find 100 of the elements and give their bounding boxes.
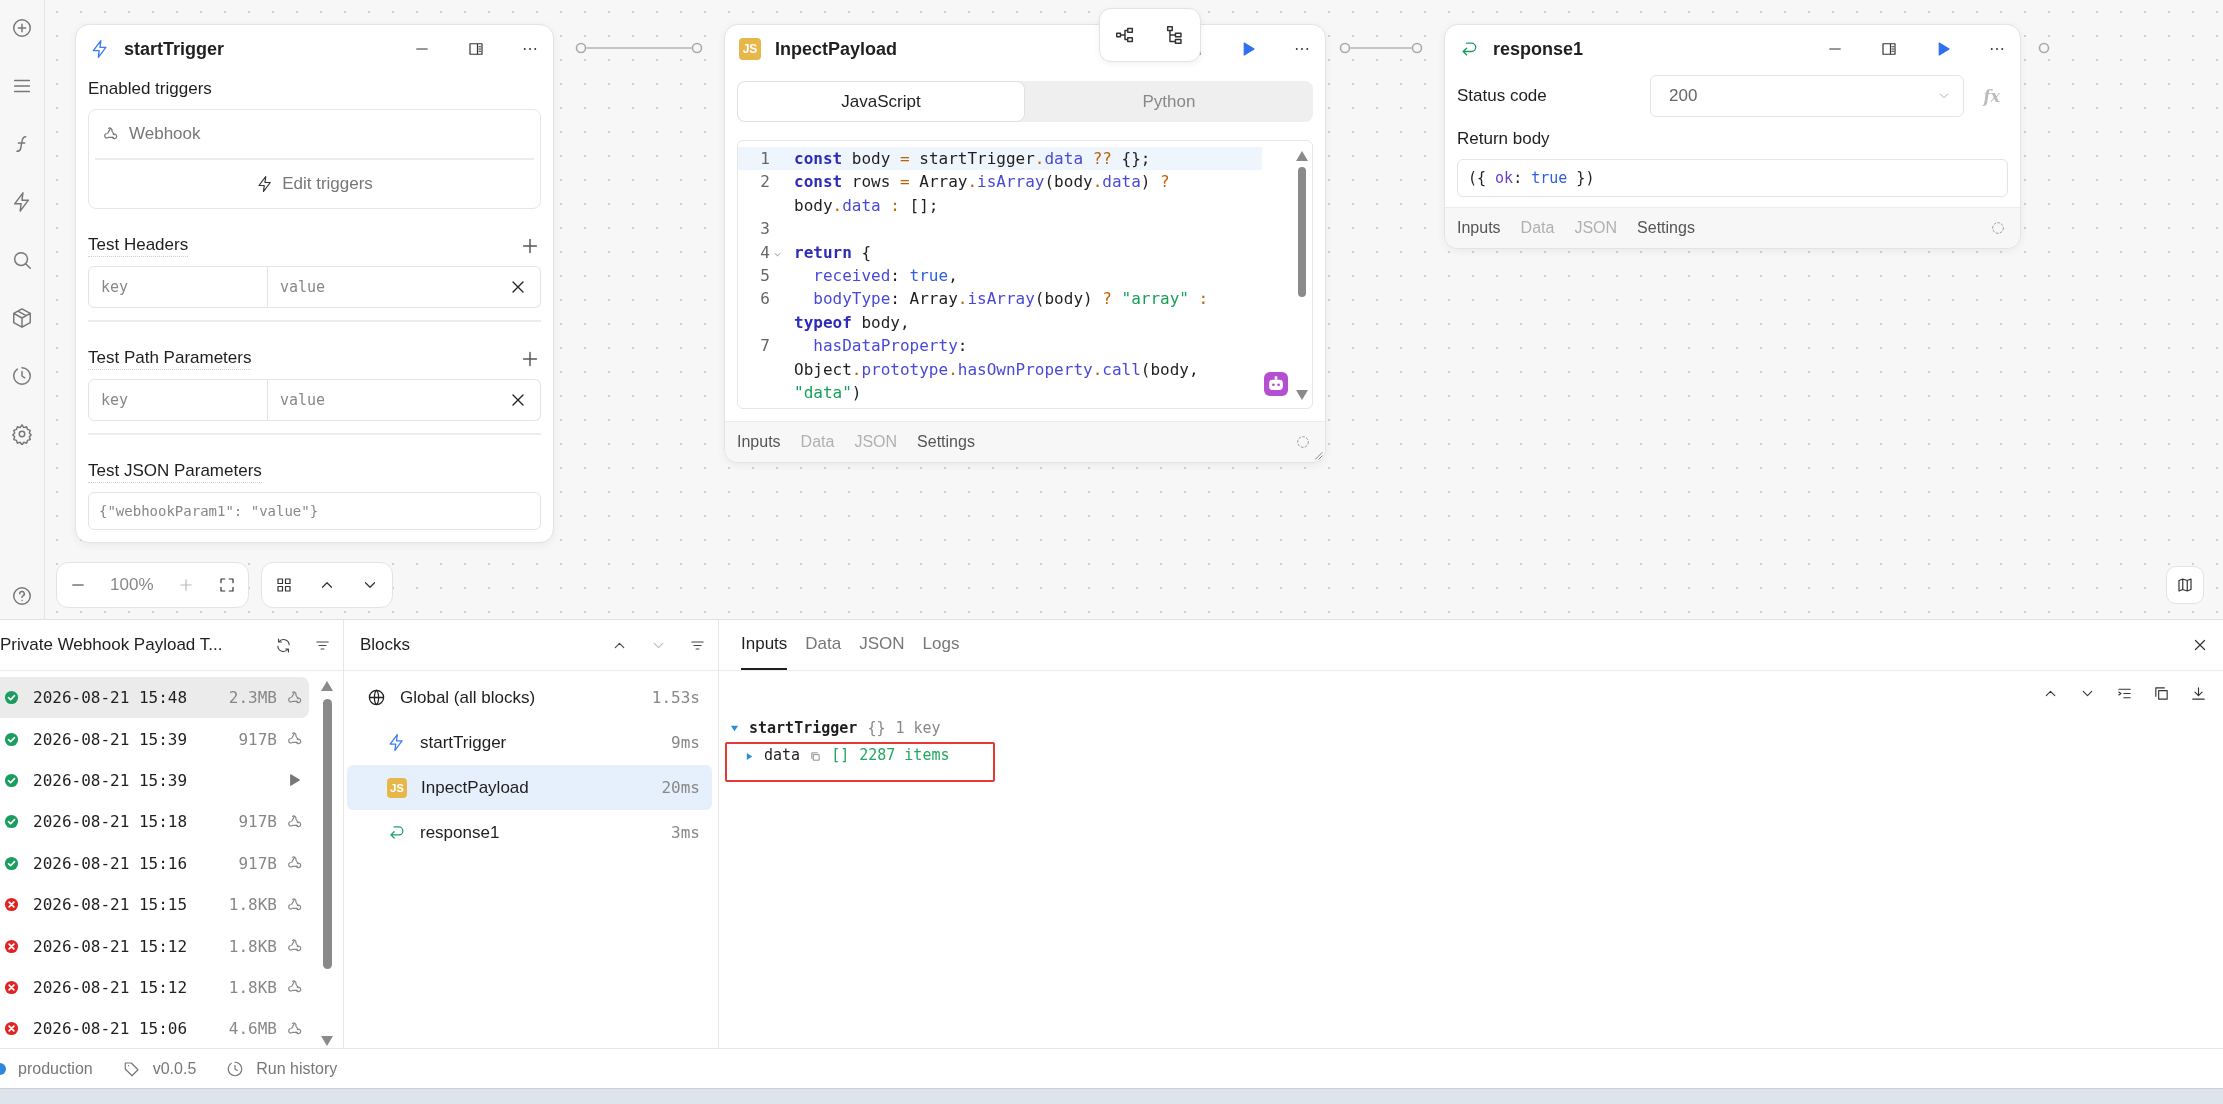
- json-summary: 1 key: [895, 719, 941, 737]
- line-number: 7: [759, 335, 770, 358]
- json-input-field[interactable]: {"webhookParam1": "value"}: [88, 492, 541, 530]
- history-icon: [226, 1059, 245, 1078]
- value-field[interactable]: value: [268, 379, 541, 421]
- environment-label[interactable]: production: [18, 1059, 93, 1078]
- block-item[interactable]: Global (all blocks) 1.53s: [347, 675, 712, 720]
- block-item[interactable]: JS InpectPayload 20ms: [347, 765, 712, 810]
- line-number: 6: [759, 288, 770, 311]
- globe-icon: [367, 688, 386, 707]
- code-editor[interactable]: [737, 140, 1313, 410]
- run-item[interactable]: 2026-08-21 15:15 1.8KB: [0, 883, 309, 926]
- json-type: []: [831, 746, 850, 764]
- edit-triggers-button[interactable]: Edit triggers: [95, 160, 534, 208]
- version-label[interactable]: v0.0.5: [152, 1059, 197, 1078]
- scroll-up-arrow[interactable]: [320, 681, 334, 691]
- section-title: Test Headers: [88, 235, 189, 257]
- block-item[interactable]: response1 3ms: [347, 810, 712, 855]
- code-line: received: true,: [812, 265, 959, 288]
- history-icon[interactable]: [11, 365, 33, 387]
- fit-view-icon[interactable]: [218, 576, 237, 594]
- resize-handle[interactable]: [1313, 450, 1323, 461]
- block-footer-tab[interactable]: Inputs: [1457, 219, 1501, 237]
- refresh-icon[interactable]: [275, 636, 292, 654]
- loading-icon: [1295, 434, 1311, 451]
- block-item[interactable]: startTrigger 9ms: [347, 720, 712, 765]
- run-timestamp: 2026-08-21 15:12: [33, 977, 188, 997]
- field-label: Return body: [1456, 129, 1551, 149]
- inspector-tab[interactable]: Inputs: [741, 620, 788, 670]
- code-line: return {: [794, 241, 873, 264]
- key-field[interactable]: key: [88, 379, 268, 421]
- run-item[interactable]: 2026-08-21 15:12 1.8KB: [0, 966, 309, 1009]
- run-item[interactable]: 2026-08-21 15:39: [0, 759, 309, 802]
- add-icon[interactable]: [11, 17, 33, 39]
- zoom-level: 100%: [110, 575, 154, 595]
- block-title: startTrigger: [124, 38, 226, 60]
- js-badge: JS: [387, 777, 407, 798]
- return-body-field[interactable]: ({ ok: true }): [1457, 159, 2008, 197]
- connector-handle[interactable]: [2037, 40, 2051, 56]
- inspector-tab[interactable]: JSON: [859, 620, 905, 670]
- block-footer-tab[interactable]: Settings: [1637, 219, 1695, 237]
- block-title: InpectPayload: [775, 38, 899, 60]
- status-code-select[interactable]: 200: [1650, 75, 1964, 117]
- value-input[interactable]: value: [268, 380, 496, 420]
- run-item[interactable]: 2026-08-21 15:06 4.6MB: [0, 1008, 309, 1050]
- key-field[interactable]: key: [88, 266, 268, 308]
- package-icon[interactable]: [11, 307, 33, 329]
- inspector-tab[interactable]: Logs: [922, 620, 960, 670]
- payload-size: 917B: [237, 853, 277, 873]
- payload-size: 917B: [237, 729, 277, 749]
- block-title: response1: [1493, 38, 1585, 60]
- payload-size: 917B: [237, 812, 277, 832]
- tag-icon: [122, 1059, 141, 1078]
- json-key: startTrigger: [749, 719, 858, 737]
- run-history-link[interactable]: Run history: [256, 1059, 338, 1078]
- search-icon[interactable]: [11, 249, 33, 271]
- line-number: 1: [759, 148, 770, 170]
- scroll-up-arrow[interactable]: [1296, 151, 1308, 161]
- assistant-robot-icon[interactable]: [1264, 372, 1288, 397]
- run-timestamp: 2026-08-21 15:48: [33, 688, 188, 708]
- scrollbar-thumb[interactable]: [1298, 167, 1306, 297]
- run-timestamp: 2026-08-21 15:12: [33, 936, 188, 956]
- line-number: 4: [759, 241, 770, 264]
- download-icon[interactable]: [2190, 685, 2207, 702]
- help-icon[interactable]: [11, 585, 33, 607]
- code-line: const body = startTrigger.data ?? {};: [794, 148, 1152, 170]
- return-arrow-icon: [387, 823, 406, 842]
- run-timestamp: 2026-08-21 15:15: [33, 895, 188, 915]
- block-footer-tab[interactable]: Inputs: [737, 433, 781, 452]
- payload-size: 1.8KB: [227, 895, 277, 915]
- scroll-down-arrow[interactable]: [320, 1036, 334, 1046]
- caret-icon[interactable]: [745, 752, 754, 761]
- run-item[interactable]: 2026-08-21 15:48 2.3MB: [0, 677, 309, 719]
- code-line: bodyType: Array.isArray(body) ? "array" : typeof body,: [794, 288, 1210, 334]
- settings-icon[interactable]: [11, 423, 33, 445]
- trigger-name: Webhook: [129, 124, 201, 144]
- side-panel-icon[interactable]: [467, 40, 485, 58]
- scrollbar-thumb[interactable]: [322, 699, 332, 969]
- caret-icon[interactable]: [730, 723, 739, 733]
- code-line: hasDataProperty: Object.prototype.hasOwnProperty.call(body, "data"): [794, 335, 1200, 405]
- json-key: data: [764, 746, 801, 764]
- section-title: Test Path Parameters: [88, 348, 252, 370]
- inspector-tab[interactable]: Data: [805, 620, 842, 670]
- copy-icon[interactable]: [2153, 685, 2170, 702]
- block-footer-tab[interactable]: Settings: [917, 433, 975, 452]
- run-item[interactable]: 2026-08-21 15:39 917B: [0, 718, 309, 760]
- grid-icon[interactable]: [274, 576, 293, 594]
- line-number: 5: [759, 265, 770, 288]
- minimap-button[interactable]: [2166, 566, 2204, 604]
- run-item[interactable]: 2026-08-21 15:12 1.8KB: [0, 925, 309, 967]
- value-field[interactable]: value: [268, 266, 541, 308]
- value-input[interactable]: value: [268, 267, 496, 307]
- side-panel-icon[interactable]: [1880, 40, 1898, 58]
- payload-size: 2.3MB: [227, 688, 277, 708]
- language-tab[interactable]: JavaScript: [737, 81, 1025, 122]
- run-timestamp: 2026-08-21 15:06: [33, 1019, 188, 1039]
- run-item[interactable]: 2026-08-21 15:18 917B: [0, 801, 309, 843]
- panel-title: Private Webhook Payload T...: [0, 635, 224, 655]
- scroll-down-arrow[interactable]: [1296, 390, 1308, 401]
- run-item[interactable]: 2026-08-21 15:16 917B: [0, 842, 309, 884]
